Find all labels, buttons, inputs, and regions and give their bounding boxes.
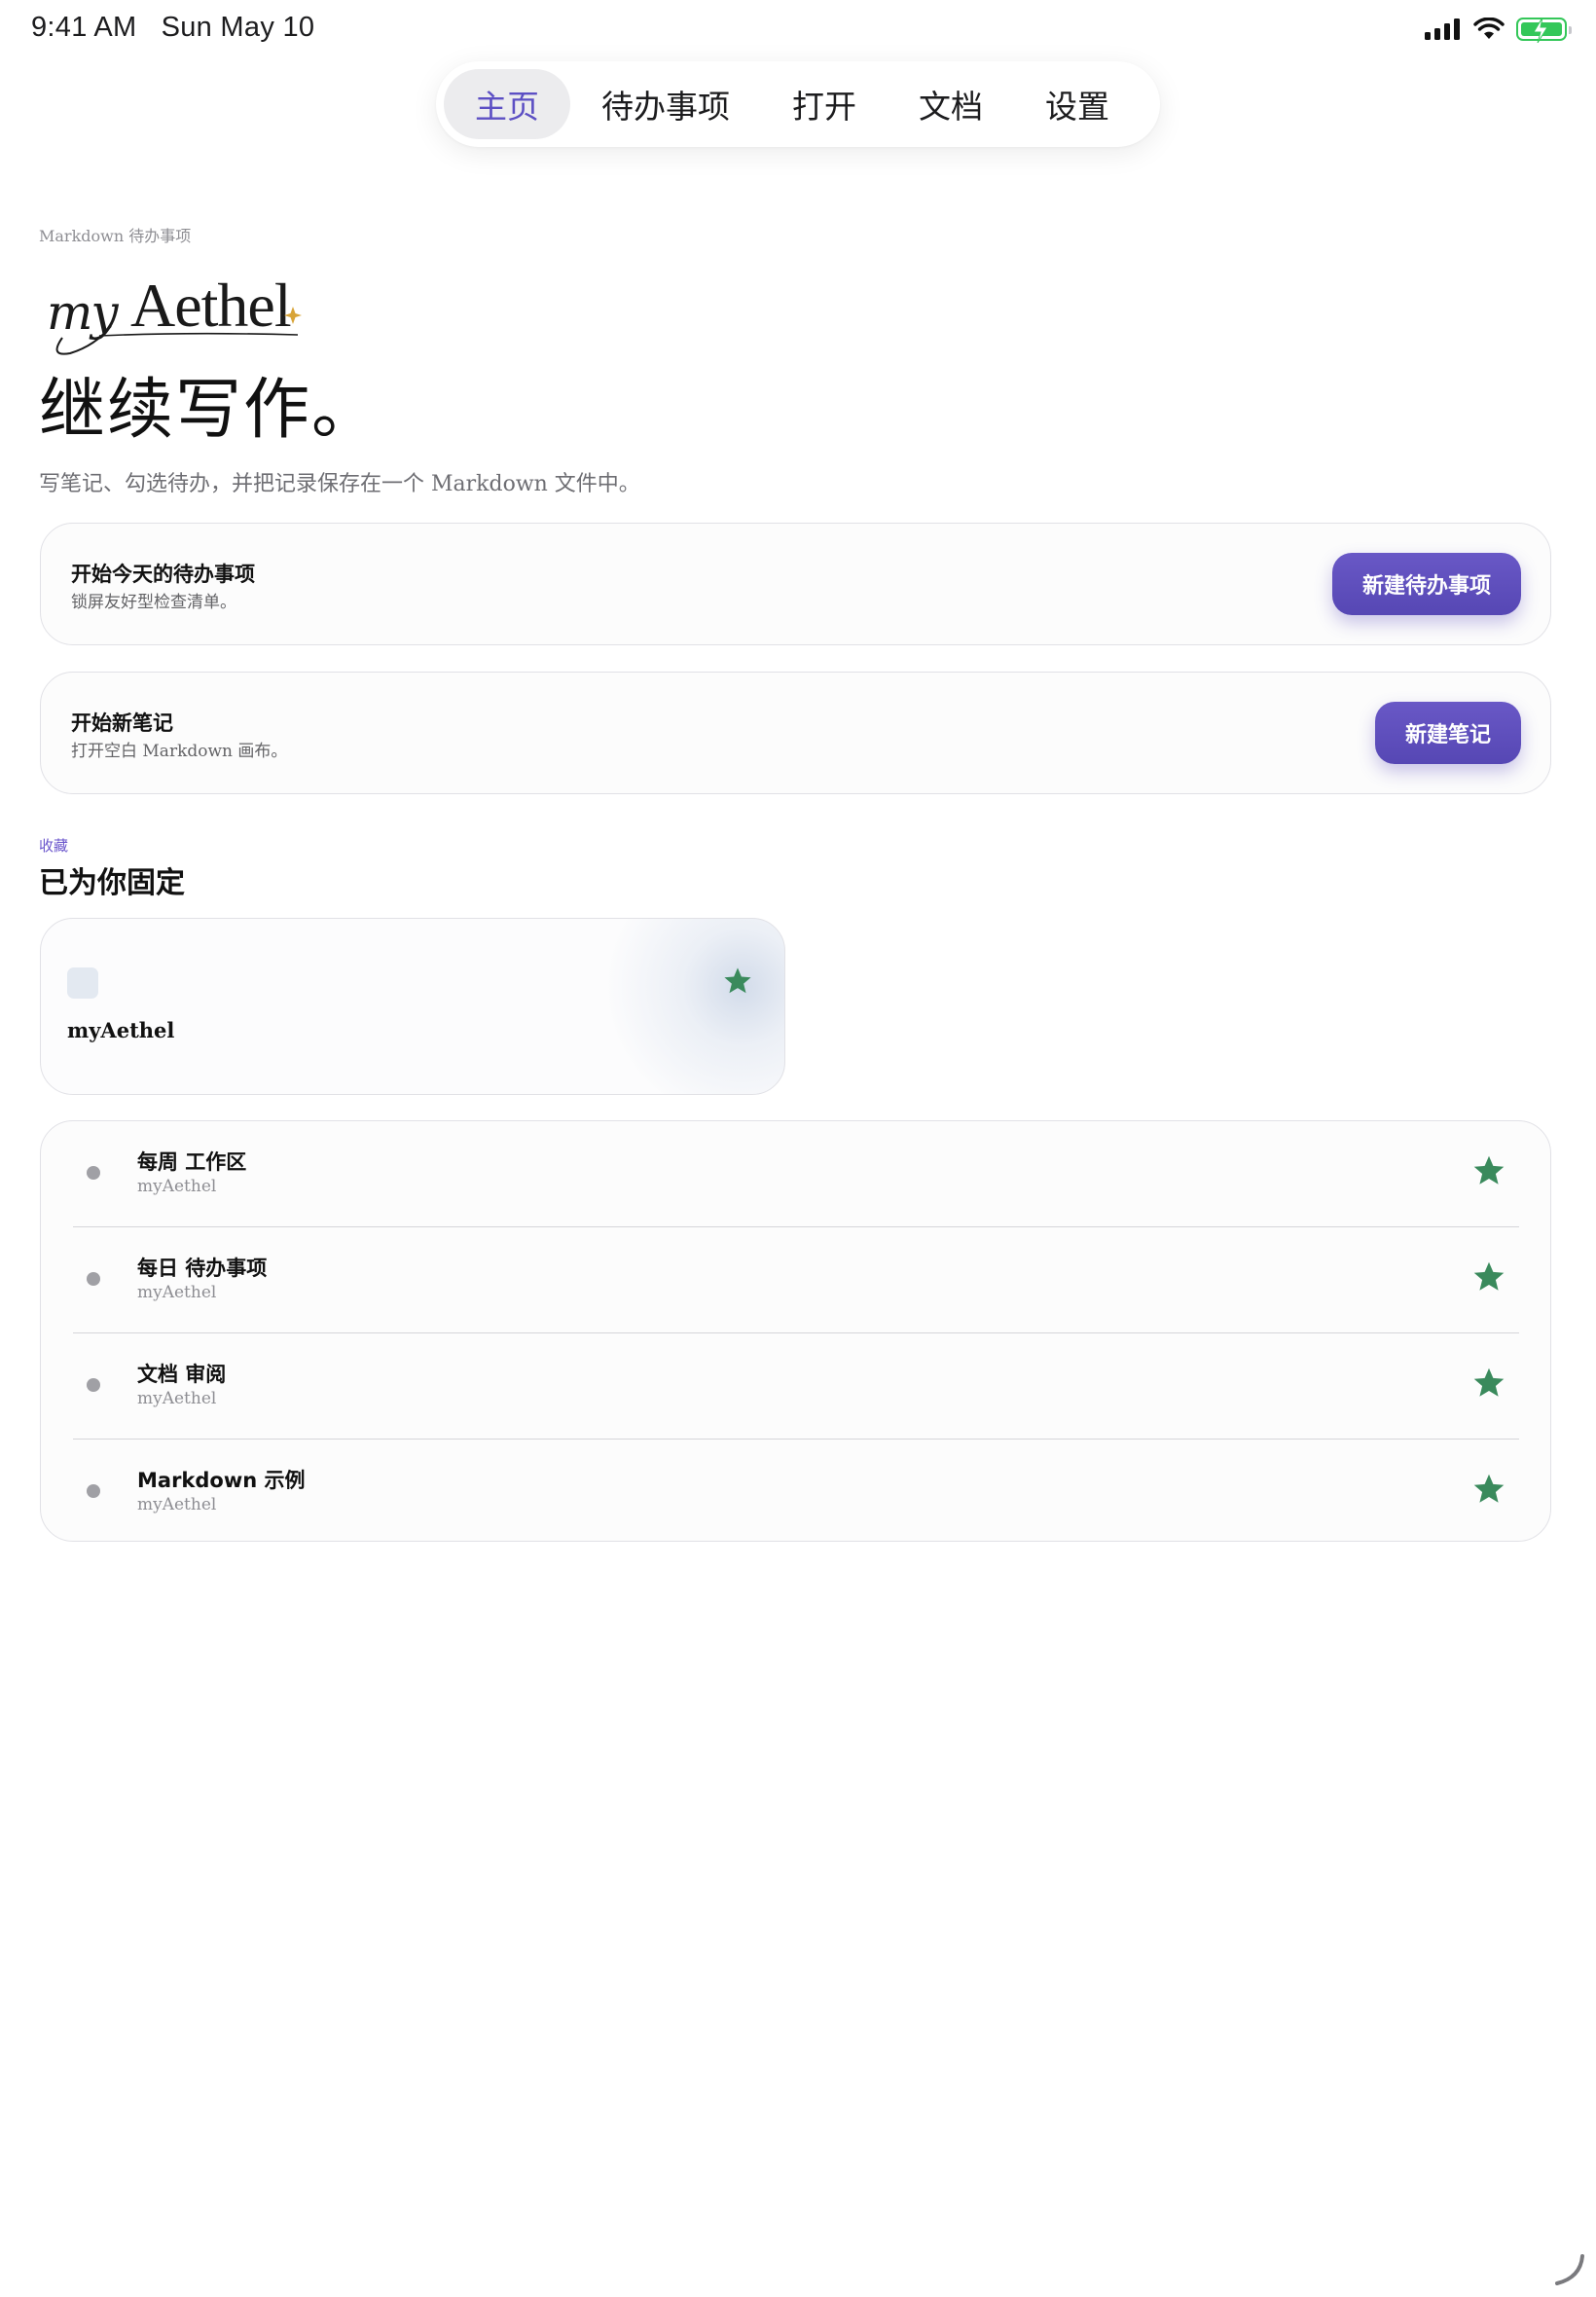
list-item-title: Markdown 示例 (137, 1469, 306, 1492)
tab-todos[interactable]: 待办事项 (570, 69, 761, 139)
card-title: 开始今天的待办事项 (71, 563, 255, 586)
wifi-icon (1473, 18, 1505, 39)
section-eyebrow: 收藏 (39, 837, 69, 855)
list-item-subtitle: myAethel (137, 1177, 217, 1196)
card-description: 锁屏友好型检查清单。 (71, 593, 236, 612)
list-item[interactable]: Markdown 示例 myAethel (73, 1440, 1519, 1545)
tab-documents[interactable]: 文档 (888, 69, 1014, 139)
cellular-signal-icon (1425, 18, 1460, 40)
status-date: Sun May 10 (161, 12, 315, 43)
status-bar: 9:41 AM Sun May 10 (0, 0, 1596, 60)
new-note-button[interactable]: 新建笔记 (1374, 702, 1521, 764)
list-item-subtitle: myAethel (137, 1389, 217, 1408)
list-item[interactable]: 每日 待办事项 myAethel (73, 1227, 1519, 1333)
list-item[interactable]: 每周 工作区 myAethel (73, 1121, 1519, 1227)
star-icon[interactable] (1471, 1472, 1506, 1507)
resize-handle-icon[interactable] (1551, 2252, 1586, 2287)
pinned-list: 每周 工作区 myAethel 每日 待办事项 myAethel 文档 审阅 m… (40, 1120, 1551, 1542)
document-icon (67, 967, 98, 999)
list-item-title: 每日 待办事项 (137, 1257, 268, 1280)
app-logo: my Aethel (41, 268, 313, 365)
star-icon[interactable] (1471, 1259, 1506, 1294)
svg-text:my: my (47, 284, 119, 341)
bullet-dot (87, 1166, 100, 1180)
page-subtitle: 写笔记、勾选待办，并把记录保存在一个 Markdown 文件中。 (39, 472, 640, 496)
list-item-subtitle: myAethel (137, 1283, 217, 1302)
pinned-featured-card[interactable]: myAethel (40, 918, 785, 1095)
tab-settings[interactable]: 设置 (1014, 69, 1141, 139)
section-title: 已为你固定 (39, 866, 185, 900)
new-todo-card: 开始今天的待办事项 锁屏友好型检查清单。 新建待办事项 (40, 523, 1551, 645)
star-icon[interactable] (1471, 1153, 1506, 1188)
list-item-subtitle: myAethel (137, 1495, 217, 1514)
new-note-card: 开始新笔记 打开空白 Markdown 画布。 新建笔记 (40, 672, 1551, 794)
bullet-dot (87, 1484, 100, 1498)
tab-home[interactable]: 主页 (444, 69, 570, 139)
pinned-card-label: myAethel (67, 1018, 175, 1042)
battery-charging-icon (1516, 18, 1572, 43)
svg-text:Aethel: Aethel (130, 271, 291, 340)
bullet-dot (87, 1378, 100, 1392)
app-eyebrow: Markdown 待办事项 (39, 227, 192, 245)
status-time: 9:41 AM Sun May 10 (31, 12, 315, 43)
card-title: 开始新笔记 (71, 711, 173, 735)
tab-nav: 主页 待办事项 打开 文档 设置 (436, 61, 1160, 147)
list-item-title: 每周 工作区 (137, 1150, 247, 1174)
page-title: 继续写作。 (39, 372, 381, 449)
star-icon[interactable] (1471, 1366, 1506, 1401)
card-description: 打开空白 Markdown 画布。 (71, 742, 288, 761)
status-icons (1425, 18, 1572, 43)
bullet-dot (87, 1272, 100, 1286)
new-todo-button[interactable]: 新建待办事项 (1331, 553, 1521, 615)
tab-open[interactable]: 打开 (761, 69, 888, 139)
list-item[interactable]: 文档 审阅 myAethel (73, 1333, 1519, 1440)
list-item-title: 文档 审阅 (137, 1363, 227, 1386)
star-icon[interactable] (722, 966, 753, 997)
